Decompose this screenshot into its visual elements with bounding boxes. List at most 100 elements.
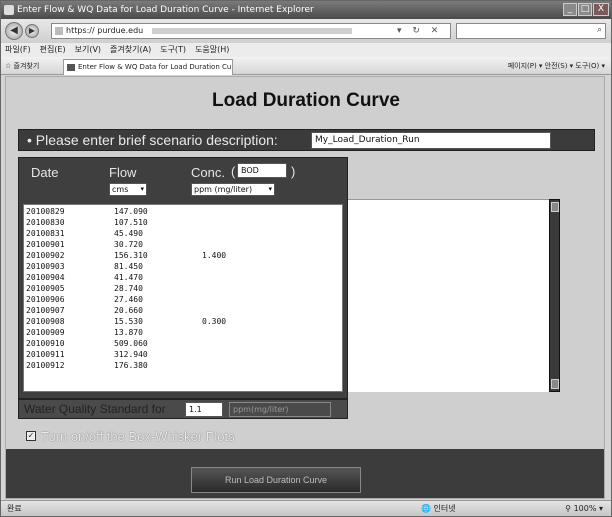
scenario-row: • Please enter brief scenario descriptio… <box>18 129 595 151</box>
date-cell: 20100909 <box>26 328 65 337</box>
table-row: 20100830 107.510 <box>24 217 342 228</box>
menu-view[interactable]: 보기(V) <box>75 43 101 57</box>
table-row: 20100910 509.060 <box>24 338 342 349</box>
chevron-down-icon: ▾ <box>268 185 272 193</box>
menu-tools[interactable]: 도구(T) <box>160 43 186 57</box>
flow-unit-value: cms <box>112 185 129 194</box>
flow-cell: 13.870 <box>114 328 143 337</box>
scroll-down-button[interactable] <box>551 379 559 389</box>
url-tools-icons[interactable]: ▾ ↻ ✕ <box>397 24 442 38</box>
wqs-label: Water Quality Standard for <box>24 402 166 416</box>
menu-help[interactable]: 도움말(H) <box>195 43 229 57</box>
ie-app-icon <box>4 5 14 15</box>
flow-cell: 509.060 <box>114 339 148 348</box>
flow-cell: 45.490 <box>114 229 143 238</box>
scenario-label: • Please enter brief scenario descriptio… <box>27 132 278 148</box>
flow-cell: 156.310 <box>114 251 148 260</box>
table-row: 20100903 81.450 <box>24 261 342 272</box>
flow-cell: 15.530 <box>114 317 143 326</box>
back-arrow-icon[interactable]: ◀ <box>5 22 23 40</box>
date-cell: 20100903 <box>26 262 65 271</box>
browser-window: Enter Flow & WQ Data for Load Duration C… <box>0 0 612 517</box>
page-title: Load Duration Curve <box>212 90 400 111</box>
table-row: 20100904 41.470 <box>24 272 342 283</box>
favorites-button[interactable]: ☆ 즐겨찾기 <box>5 57 39 75</box>
table-row: 20100831 45.490 <box>24 228 342 239</box>
table-row: 20100908 15.530 0.300 <box>24 316 342 327</box>
date-cell: 20100910 <box>26 339 65 348</box>
url-scheme: https:// <box>66 26 95 35</box>
scenario-input[interactable]: My_Load_Duration_Run <box>311 132 551 149</box>
box-whisker-row: ✓ Turn on/off the Box-Whisker Plots <box>18 429 318 445</box>
tab-title: Enter Flow & WQ Data for Load Duration C… <box>78 63 233 71</box>
status-bar: 완료 🌐 인터넷 ⚲ 100% ▾ <box>1 500 611 516</box>
box-whisker-label: Turn on/off the Box-Whisker Plots <box>41 429 235 444</box>
menu-bar: 파일(F) 편집(E) 보기(V) 즐겨찾기(A) 도구(T) 도움말(H) <box>1 43 611 57</box>
run-ldc-button[interactable]: Run Load Duration Curve <box>191 467 361 493</box>
flow-cell: 107.510 <box>114 218 148 227</box>
conc-paren-open: ( <box>231 164 236 179</box>
menu-file[interactable]: 파일(F) <box>5 43 31 57</box>
date-cell: 20100906 <box>26 295 65 304</box>
table-row: 20100911 312.940 <box>24 349 342 360</box>
forward-arrow-icon[interactable]: ▶ <box>25 24 39 38</box>
menu-favorites[interactable]: 즐겨찾기(A) <box>110 43 151 57</box>
table-row: 20100829 147.090 <box>24 206 342 217</box>
scroll-up-button[interactable] <box>551 202 559 212</box>
conc-paren-close: ) <box>291 164 296 179</box>
flow-unit-select[interactable]: cms ▾ <box>109 183 147 196</box>
flow-cell: 20.660 <box>114 306 143 315</box>
flow-cell: 81.450 <box>114 262 143 271</box>
conc-cell: 0.300 <box>202 317 227 326</box>
parameter-input[interactable]: BOD <box>237 163 287 178</box>
date-cell: 20100907 <box>26 306 65 315</box>
table-row: 20100902 156.310 1.400 <box>24 250 342 261</box>
zone-label: 인터넷 <box>433 504 456 513</box>
wqs-input[interactable]: 1.1 <box>185 402 223 417</box>
date-cell: 20100830 <box>26 218 65 227</box>
data-textarea-extension[interactable] <box>348 199 554 392</box>
security-zone: 🌐 인터넷 <box>421 504 456 513</box>
box-whisker-checkbox[interactable]: ✓ <box>26 431 36 441</box>
date-header: Date <box>31 165 59 180</box>
command-menu-items[interactable]: 페이지(P) ▾ 안전(S) ▾ 도구(O) ▾ <box>508 57 605 75</box>
url-input[interactable]: https:// purdue.edu ▾ ↻ ✕ <box>51 23 451 39</box>
close-button[interactable]: X <box>593 3 609 16</box>
conc-header: Conc. <box>191 165 225 180</box>
maximize-button[interactable]: □ <box>578 3 592 16</box>
flow-cell: 27.460 <box>114 295 143 304</box>
table-row: 20100909 13.870 <box>24 327 342 338</box>
scrollbar[interactable] <box>549 199 560 392</box>
minimize-button[interactable]: _ <box>563 3 577 16</box>
data-panel: Date Flow Conc. ( BOD ) cms ▾ ppm (mg/li… <box>18 157 348 399</box>
footer-band: Run Load Duration Curve <box>6 449 604 498</box>
wqs-unit-field[interactable]: ppm(mg/liter) <box>229 402 331 417</box>
menu-edit[interactable]: 편집(E) <box>40 43 66 57</box>
flow-header: Flow <box>109 165 137 180</box>
date-cell: 20100908 <box>26 317 65 326</box>
page-icon <box>67 64 75 71</box>
window-controls: _ □ X <box>563 3 609 16</box>
flow-cell: 312.940 <box>114 350 148 359</box>
site-icon <box>55 27 63 35</box>
date-cell: 20100902 <box>26 251 65 260</box>
chevron-down-icon: ▾ <box>140 185 144 193</box>
scenario-label-text: Please enter brief scenario description: <box>35 132 278 148</box>
flow-cell: 176.380 <box>114 361 148 370</box>
date-cell: 20100904 <box>26 273 65 282</box>
title-bar: Enter Flow & WQ Data for Load Duration C… <box>1 1 611 19</box>
date-cell: 20100905 <box>26 284 65 293</box>
search-icon[interactable]: ⌕ <box>597 25 602 35</box>
conc-cell: 1.400 <box>202 251 227 260</box>
flow-cell: 147.090 <box>114 207 148 216</box>
window-title: Enter Flow & WQ Data for Load Duration C… <box>17 5 314 15</box>
search-input[interactable]: ⌕ <box>456 23 606 39</box>
table-row: 20100905 28.740 <box>24 283 342 294</box>
data-textarea[interactable]: 20100829 147.090 20100830 107.510 20100831… <box>23 204 343 392</box>
table-row: 20100906 27.460 <box>24 294 342 305</box>
table-row: 20100907 20.660 <box>24 305 342 316</box>
water-quality-standard-row: Water Quality Standard for 1.1 ppm(mg/li… <box>18 399 348 419</box>
zoom-control[interactable]: ⚲ 100% ▾ <box>565 501 603 516</box>
conc-unit-select[interactable]: ppm (mg/liter) ▾ <box>191 183 275 196</box>
tab-active[interactable]: Enter Flow & WQ Data for Load Duration C… <box>63 59 233 75</box>
